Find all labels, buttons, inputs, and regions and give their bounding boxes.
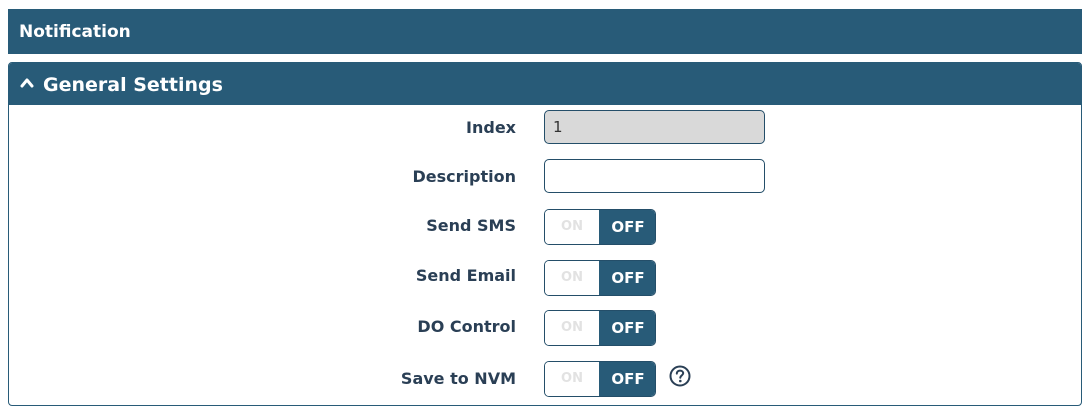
do-control-toggle[interactable]: ON OFF [544,310,656,346]
send-email-label: Send Email [415,266,516,285]
toggle-off-option[interactable]: OFF [599,311,655,345]
toggle-on-option[interactable]: ON [545,261,599,295]
toggle-off-option[interactable]: OFF [599,210,655,244]
toggle-on-option[interactable]: ON [545,210,599,244]
general-settings-panel: General Settings Index Description Send … [8,62,1082,406]
page-title: Notification [19,22,131,42]
toggle-on-option[interactable]: ON [545,311,599,345]
toggle-on-option[interactable]: ON [545,362,599,396]
send-sms-toggle[interactable]: ON OFF [544,209,656,245]
page-header: Notification [8,9,1082,54]
description-label: Description [412,167,516,186]
toggle-off-option[interactable]: OFF [599,261,655,295]
description-input[interactable] [544,159,765,193]
index-label: Index [466,118,516,137]
chevron-up-icon[interactable] [19,75,35,91]
toggle-off-option[interactable]: OFF [599,362,655,396]
general-settings-header[interactable]: General Settings [9,63,1081,105]
top-strip [0,0,1087,8]
save-to-nvm-label: Save to NVM [400,369,516,388]
save-to-nvm-toggle[interactable]: ON OFF [544,361,656,397]
section-title: General Settings [43,74,223,96]
send-sms-label: Send SMS [426,216,516,235]
index-input[interactable] [544,110,765,144]
do-control-label: DO Control [417,317,516,336]
send-email-toggle[interactable]: ON OFF [544,260,656,296]
help-icon[interactable] [669,365,691,387]
